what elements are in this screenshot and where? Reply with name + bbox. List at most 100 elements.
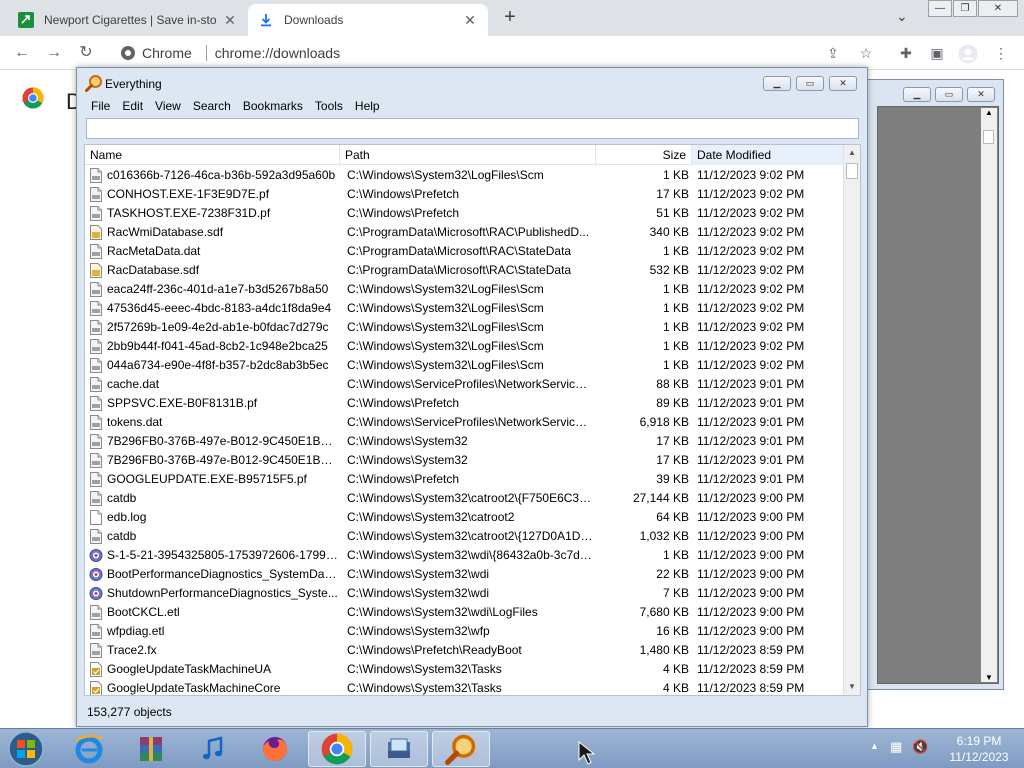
scroll-up-icon[interactable]: ▲ (981, 108, 997, 117)
table-row[interactable]: 47536d45-eeec-4bdc-8183-a4dc1f8da9e4 C:\W… (85, 299, 844, 318)
table-row[interactable]: RacMetaData.dat C:\ProgramData\Microsoft\… (85, 242, 844, 261)
chrome-icon[interactable] (308, 731, 366, 767)
table-row[interactable]: RacDatabase.sdf C:\ProgramData\Microsoft\… (85, 261, 844, 280)
extensions-icon[interactable]: ✚ (897, 44, 915, 62)
column-size[interactable]: Size (596, 145, 692, 165)
volume-muted-icon[interactable]: 🔇 (912, 739, 928, 755)
table-row[interactable]: tokens.dat C:\Windows\ServiceProfiles\Net… (85, 413, 844, 432)
chevron-down-icon[interactable]: ⌄ (896, 8, 908, 25)
table-row[interactable]: c016366b-7126-46ca-b36b-592a3d95a60b C:\W… (85, 166, 844, 185)
minimize-icon[interactable]: ▁ (903, 87, 931, 102)
table-row[interactable]: BootCKCL.etl C:\Windows\System32\wdi\LogF… (85, 603, 844, 622)
table-row[interactable]: 2f57269b-1e09-4e2d-ab1e-b0fdac7d279c C:\W… (85, 318, 844, 337)
reload-icon[interactable]: ↻ (76, 43, 96, 63)
show-hidden-icons-icon[interactable]: ▲ (870, 741, 879, 751)
explorer-icon[interactable] (370, 731, 428, 767)
close-icon[interactable]: ✕ (829, 76, 857, 91)
table-row[interactable]: GOOGLEUPDATE.EXE-B95715F5.pf C:\Windows\P… (85, 470, 844, 489)
side-panel-icon[interactable]: ▣ (928, 44, 946, 62)
scroll-down-icon[interactable]: ▼ (844, 679, 860, 695)
table-row[interactable]: ShutdownPerformanceDiagnostics_Syste... C… (85, 584, 844, 603)
itunes-icon[interactable] (184, 731, 242, 767)
everything-magnifier-icon (85, 75, 102, 92)
bookmark-star-icon[interactable]: ☆ (857, 44, 875, 62)
table-row[interactable]: edb.log C:\Windows\System32\catroot2 64 KB… (85, 508, 844, 527)
table-row[interactable]: SPPSVC.EXE-B0F8131B.pf C:\Windows\Prefetc… (85, 394, 844, 413)
cell-name: GoogleUpdateTaskMachineUA (107, 662, 272, 676)
vertical-scrollbar[interactable]: ▲ ▼ (843, 145, 860, 695)
cell-date-modified: 11/12/2023 9:00 PM (697, 605, 805, 619)
scroll-up-icon[interactable]: ▲ (844, 145, 860, 161)
cell-path: C:\Windows\Prefetch (347, 206, 460, 220)
table-row[interactable]: RacWmiDatabase.sdf C:\ProgramData\Microso… (85, 223, 844, 242)
table-row[interactable]: S-1-5-21-3954325805-1753972606-1799359..… (85, 546, 844, 565)
table-row[interactable]: Trace2.fx C:\Windows\Prefetch\ReadyBoot 1,… (85, 641, 844, 660)
cell-size: 39 KB (656, 472, 689, 486)
menu-tools[interactable]: Tools (309, 97, 349, 117)
winrar-icon[interactable] (122, 731, 180, 767)
minimize-icon[interactable]: — (928, 0, 952, 17)
back-icon[interactable]: ← (12, 43, 32, 63)
table-row[interactable]: 7B296FB0-376B-497e-B012-9C450E1B7327... C… (85, 451, 844, 470)
tab-downloads[interactable]: Downloads ✕ (248, 4, 488, 36)
forward-icon[interactable]: → (44, 43, 64, 63)
column-date-modified[interactable]: Date Modified (692, 145, 844, 165)
menu-kebab-icon[interactable]: ⋮ (992, 44, 1010, 62)
table-row[interactable]: 7B296FB0-376B-497e-B012-9C450E1B7327... C… (85, 432, 844, 451)
table-row[interactable]: TASKHOST.EXE-7238F31D.pf C:\Windows\Prefe… (85, 204, 844, 223)
table-row[interactable]: eaca24ff-236c-401d-a1e7-b3d5267b8a50 C:\W… (85, 280, 844, 299)
table-row[interactable]: catdb C:\Windows\System32\catroot2\{127D0… (85, 527, 844, 546)
table-row[interactable]: GoogleUpdateTaskMachineCore C:\Windows\Sy… (85, 679, 844, 695)
table-row[interactable]: cache.dat C:\Windows\ServiceProfiles\Netw… (85, 375, 844, 394)
menu-help[interactable]: Help (349, 97, 386, 117)
scroll-thumb[interactable] (983, 130, 994, 144)
search-input[interactable] (86, 118, 859, 139)
omnibox-url[interactable]: chrome://downloads (215, 45, 340, 61)
table-row[interactable]: 044a6734-e90e-4f8f-b357-b2dc8ab3b5ec C:\W… (85, 356, 844, 375)
taskbar-clock[interactable]: 6:19 PM 11/12/2023 (940, 733, 1018, 765)
table-row[interactable]: 2bb9b44f-f041-45ad-8cb2-1c948e2bca25 C:\W… (85, 337, 844, 356)
table-row[interactable]: GoogleUpdateTaskMachineUA C:\Windows\Syst… (85, 660, 844, 679)
menu-bookmarks[interactable]: Bookmarks (237, 97, 309, 117)
cell-size: 1 KB (662, 282, 689, 296)
profile-avatar-icon[interactable] (958, 44, 978, 64)
firefox-icon[interactable] (246, 731, 304, 767)
tab-close-icon[interactable]: ✕ (462, 12, 478, 29)
menu-view[interactable]: View (149, 97, 187, 117)
scroll-down-icon[interactable]: ▼ (981, 673, 997, 682)
table-row[interactable]: CONHOST.EXE-1F3E9D7E.pf C:\Windows\Prefet… (85, 185, 844, 204)
site-chip[interactable]: Chrome (120, 45, 192, 61)
cell-path: C:\Windows\System32\wfp (347, 624, 490, 638)
cell-path: C:\Windows\Prefetch\ReadyBoot (347, 643, 522, 657)
tab-newport[interactable]: Newport Cigarettes | Save in-sto ✕ (8, 4, 248, 36)
network-icon[interactable]: ▦ (890, 739, 902, 755)
scroll-thumb[interactable] (846, 163, 858, 179)
menu-file[interactable]: File (85, 97, 116, 117)
cell-name: 7B296FB0-376B-497e-B012-9C450E1B7327... (107, 453, 339, 467)
file-icon (89, 453, 103, 468)
scrollbar[interactable]: ▲ ▼ (981, 108, 997, 682)
cell-size: 1 KB (662, 548, 689, 562)
table-row[interactable]: wfpdiag.etl C:\Windows\System32\wfp 16 KB 1… (85, 622, 844, 641)
maximize-icon[interactable]: ▭ (796, 76, 824, 91)
close-icon[interactable]: ✕ (978, 0, 1018, 17)
everything-icon[interactable] (432, 731, 490, 767)
share-icon[interactable]: ⇪ (824, 44, 842, 62)
table-row[interactable]: catdb C:\Windows\System32\catroot2\{F750E… (85, 489, 844, 508)
menu-edit[interactable]: Edit (116, 97, 149, 117)
restore-icon[interactable]: ❐ (953, 0, 977, 17)
close-icon[interactable]: ✕ (967, 87, 995, 102)
new-tab-button[interactable]: + (498, 6, 522, 29)
column-path[interactable]: Path (340, 145, 596, 165)
maximize-icon[interactable]: ▭ (935, 87, 963, 102)
ie-icon[interactable] (60, 731, 118, 767)
column-name[interactable]: Name (85, 145, 340, 165)
clock-date: 11/12/2023 (949, 750, 1009, 764)
minimize-icon[interactable]: ▁ (763, 76, 791, 91)
omnibox[interactable]: Chrome chrome://downloads (110, 40, 890, 66)
menu-search[interactable]: Search (187, 97, 237, 117)
tab-close-icon[interactable]: ✕ (222, 12, 238, 29)
start-button[interactable] (4, 730, 48, 768)
table-row[interactable]: BootPerformanceDiagnostics_SystemData...… (85, 565, 844, 584)
everything-titlebar[interactable]: Everything ▁ ▭ ✕ (77, 68, 867, 96)
